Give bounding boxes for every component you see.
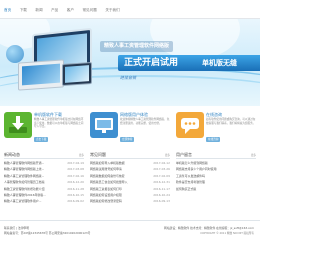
banner-headline: 正式开启试用 单机版无缝 bbox=[118, 55, 260, 71]
list-item[interactable]: 如何购买正式版 bbox=[176, 187, 256, 193]
banner-subtitle: 绝佳音销 bbox=[120, 75, 136, 80]
column-header: 新闻动态 更多 bbox=[4, 150, 84, 159]
globe-graphic bbox=[6, 45, 24, 63]
list-item-title[interactable]: 网络版如何导入单机版数据 bbox=[90, 161, 146, 166]
chat-icon bbox=[176, 112, 204, 138]
banner-title: 精致人事工资管理软件网络版 bbox=[100, 41, 174, 52]
column-title: 新闻动态 bbox=[4, 152, 20, 157]
top-nav: 首页 下载 新闻 产品 客户 常见问题 关于我们 bbox=[0, 0, 260, 19]
nav-item-faq[interactable]: 常见问题 bbox=[82, 8, 96, 13]
feature-section: 单机版软件下载 精致人事工资管理软件单机版支持在网络环境下使用，数据可以在单机版… bbox=[0, 108, 260, 148]
nav-item-customers[interactable]: 客户 bbox=[67, 8, 74, 13]
list-item-date: 2017-04-19 bbox=[67, 161, 84, 165]
footer-support: 网站建设：精致软件 技术支持：精致软件 在线客服：jz_soft@163.com bbox=[164, 226, 254, 230]
list-item-title[interactable]: 网络版工资报表如何打印 bbox=[90, 187, 146, 192]
list-item-title[interactable]: 如何购买正式版 bbox=[176, 187, 256, 192]
list-item-title[interactable]: 单机版怎么升级到网络版 bbox=[176, 161, 256, 166]
nav-item-news[interactable]: 新闻 bbox=[35, 8, 42, 13]
messages-column: 用户留言 更多 单机版怎么升级到网络版 网络版支持多少个用户同时使用 工资条可以发送… bbox=[176, 150, 256, 218]
footer-divider bbox=[0, 220, 260, 221]
list-item-date: 2017-03-08 bbox=[67, 167, 84, 172]
more-link[interactable]: 更多 bbox=[165, 153, 170, 157]
nav-item-products[interactable]: 产品 bbox=[51, 8, 58, 13]
banner-headline-seamless: 单机版无缝 bbox=[202, 59, 237, 67]
list-item-title[interactable]: 软件是否支持考勤管理 bbox=[176, 180, 256, 185]
copyright: COPYRIGHT © 2011 精致 NOI NIT 版权所有 bbox=[200, 232, 254, 235]
tablet-graphic bbox=[62, 61, 92, 87]
list-item-date: 2016-11-28 bbox=[67, 186, 84, 191]
list-item-title[interactable]: 精致人事管理软件2016年新版... bbox=[4, 193, 60, 198]
list-item-title[interactable]: 精致工资管理软件新增功能介绍 bbox=[4, 187, 60, 192]
feature-online-trial: 网络版用户体验 欢迎体验精致人事工资管理软件网络版，免费注册试用，功能完整，使用… bbox=[90, 108, 170, 148]
list-item-date: 2016-10-24 bbox=[153, 192, 170, 197]
content-lists: 新闻动态 更多 精致人事管理软件网络版开通... 2017-04-19 精致人事管理… bbox=[0, 150, 260, 218]
list-item-date: 2016-12-31 bbox=[153, 180, 170, 185]
list-item-title[interactable]: 精致人事管理软件网络版开通... bbox=[4, 161, 60, 166]
list-item-title[interactable]: 精致人事工资管理软件用户... bbox=[4, 199, 60, 204]
nav-item-home[interactable]: 首页 bbox=[4, 8, 11, 13]
download-button[interactable]: 点击下载 bbox=[34, 137, 49, 142]
messages-list: 单机版怎么升级到网络版 网络版支持多少个用户同时使用 工资条可以发送邮件吗 软件是否支… bbox=[176, 161, 256, 193]
list-item-title[interactable]: 网络版如何修改登录密码 bbox=[90, 199, 146, 204]
consult-button[interactable]: 在线咨询 bbox=[206, 137, 221, 142]
list-item-title[interactable]: 精致人事管理软件网络版上线... bbox=[4, 167, 60, 172]
footer: 联系我们 | 法律申明 网站备案号：苏ICP备12345678号 苏公网安备32… bbox=[0, 220, 260, 265]
monitor-icon bbox=[90, 112, 118, 138]
feature-desc: 欢迎体验精致人事工资管理软件网络版，免费注册试用，功能完整，使用方便。 bbox=[120, 118, 170, 125]
download-icon bbox=[4, 112, 32, 138]
list-item[interactable]: 网络版如何修改登录密码 2016-09-13 bbox=[90, 199, 170, 205]
feature-download: 单机版软件下载 精致人事工资管理软件单机版支持在网络环境下使用，数据可以在单机版… bbox=[4, 108, 84, 148]
hero-banner[interactable]: 精致人事工资管理软件网络版 正式开启试用 单机版无缝 绝佳音销 bbox=[0, 19, 260, 106]
nav-item-download[interactable]: 下载 bbox=[20, 8, 27, 13]
more-link[interactable]: 更多 bbox=[79, 153, 84, 157]
list-item-date: 2016-09-02 bbox=[67, 199, 84, 204]
banner-decoration bbox=[150, 19, 240, 59]
list-item-title[interactable]: 网络版支持多少个用户同时使用 bbox=[176, 167, 256, 172]
feature-online-consult: 在线咨询 如有软件使用问题或购买咨询，可以通过在线客服与我们联系，我们将竭诚为您… bbox=[176, 108, 258, 148]
list-item-title[interactable]: 工资条可以发送邮件吗 bbox=[176, 174, 256, 179]
laptop-graphic bbox=[18, 59, 64, 91]
banner-headline-trial: 正式开启试用 bbox=[124, 58, 179, 68]
feature-desc: 精致人事工资管理软件单机版支持在网络环境下使用，数据可以在单机版与网络版之间导入… bbox=[34, 118, 84, 129]
nav-menu: 首页 下载 新闻 产品 客户 常见问题 关于我们 bbox=[4, 8, 128, 13]
icp-record: 网站备案号：苏ICP备12345678号 苏公网安备32010202000123… bbox=[4, 231, 91, 235]
list-item[interactable]: 精致人事工资管理软件用户... 2016-09-02 bbox=[4, 199, 84, 205]
column-header: 常见问题 更多 bbox=[90, 150, 170, 159]
list-item-date: 2016-11-17 bbox=[153, 186, 170, 191]
feature-desc: 如有软件使用问题或购买咨询，可以通过在线客服与我们联系，我们将竭诚为您服务。 bbox=[206, 118, 256, 125]
more-link[interactable]: 更多 bbox=[251, 153, 256, 157]
faq-list: 网络版如何导入单机版数据 2017-04-12 网络版试用账号如何申请 2017-03… bbox=[90, 161, 170, 206]
list-item-title[interactable]: 网络版试用账号如何申请 bbox=[90, 167, 146, 172]
list-item-date: 2016-12-20 bbox=[67, 180, 84, 185]
list-item-title[interactable]: 精致人事工资管理软件网络版... bbox=[4, 174, 60, 179]
list-item-title[interactable]: 人事管理软件如何管理员工档案 bbox=[4, 180, 60, 185]
list-item-date: 2016-10-15 bbox=[67, 192, 84, 197]
list-item-title[interactable]: 网络版如何设置用户权限 bbox=[90, 193, 146, 198]
list-item-date: 2017-02-09 bbox=[153, 173, 170, 178]
news-column: 新闻动态 更多 精致人事管理软件网络版开通... 2017-04-19 精致人事管理… bbox=[4, 150, 84, 218]
footer-links[interactable]: 联系我们 | 法律申明 bbox=[4, 226, 29, 230]
faq-column: 常见问题 更多 网络版如何导入单机版数据 2017-04-12 网络版试用账号如何申… bbox=[90, 150, 170, 218]
column-title: 常见问题 bbox=[90, 152, 106, 157]
column-header: 用户留言 更多 bbox=[176, 150, 256, 159]
list-item-date: 2016-09-13 bbox=[153, 199, 170, 204]
news-list: 精致人事管理软件网络版开通... 2017-04-19 精致人事管理软件网络版上线.… bbox=[4, 161, 84, 206]
list-item-title[interactable]: 网络版员工信息如何批量导入 bbox=[90, 180, 146, 185]
list-item-date: 2017-02-16 bbox=[67, 173, 84, 178]
nav-item-about[interactable]: 关于我们 bbox=[105, 8, 119, 13]
column-title: 用户留言 bbox=[176, 152, 192, 157]
list-item-date: 2017-04-12 bbox=[153, 161, 170, 165]
list-item-date: 2017-03-26 bbox=[153, 167, 170, 172]
list-item-title[interactable]: 网络版数据如何备份与恢复 bbox=[90, 174, 146, 179]
trial-button[interactable]: 立即体验 bbox=[120, 137, 135, 142]
